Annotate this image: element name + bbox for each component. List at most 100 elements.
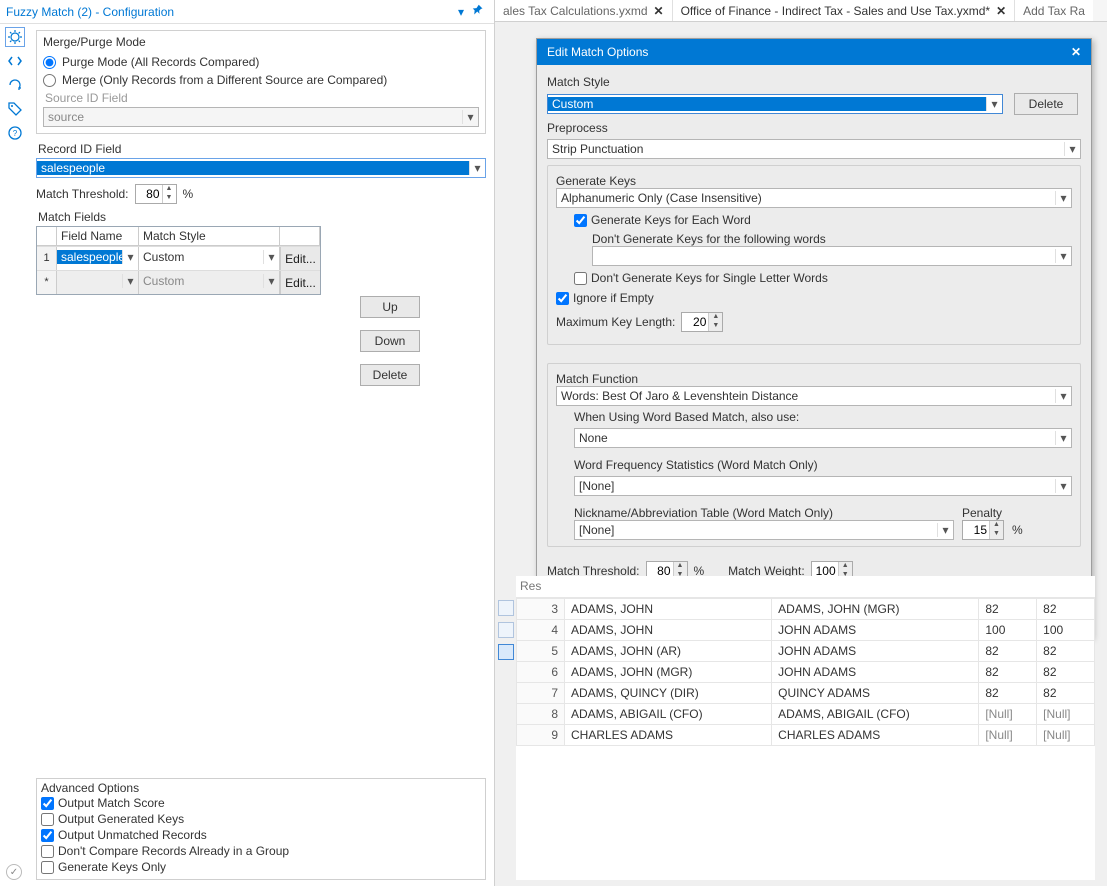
chevron-down-icon[interactable]: ▾: [263, 250, 279, 264]
preprocess-dropdown[interactable]: Strip Punctuation ▾: [547, 139, 1081, 159]
purge-radio-input[interactable]: [43, 56, 56, 69]
spin-up-icon[interactable]: ▲: [163, 185, 176, 194]
output-generated-keys-checkbox[interactable]: Output Generated Keys: [41, 811, 481, 827]
close-icon[interactable]: ✕: [654, 4, 664, 18]
table-row[interactable]: 6ADAMS, JOHN (MGR)JOHN ADAMS8282: [517, 662, 1095, 683]
max-key-length-spinner[interactable]: ▲▼: [681, 312, 723, 332]
spin-down-icon[interactable]: ▼: [163, 194, 176, 203]
single-letter-checkbox[interactable]: Don't Generate Keys for Single Letter Wo…: [574, 270, 1072, 286]
chevron-down-icon[interactable]: ▾: [1055, 389, 1071, 403]
table-row[interactable]: 5ADAMS, JOHN (AR)JOHN ADAMS8282: [517, 641, 1095, 662]
cell-c: 82: [979, 599, 1037, 620]
table-row[interactable]: 3ADAMS, JOHNADAMS, JOHN (MGR)8282: [517, 599, 1095, 620]
cell-b: JOHN ADAMS: [772, 662, 979, 683]
tab-office-finance[interactable]: Office of Finance - Indirect Tax - Sales…: [673, 0, 1016, 21]
pin-icon[interactable]: [468, 4, 488, 19]
record-id-dropdown[interactable]: salespeople ▾: [36, 158, 486, 178]
max-key-length-input[interactable]: [682, 313, 708, 331]
record-id-value: salespeople: [37, 161, 469, 175]
style-delete-button[interactable]: Delete: [1014, 93, 1078, 115]
cell-d: 82: [1037, 641, 1095, 662]
word-freq-dropdown[interactable]: [None] ▾: [574, 476, 1072, 496]
collapse-icon[interactable]: ▾: [454, 5, 468, 19]
chevron-down-icon[interactable]: ▾: [122, 250, 138, 264]
ignore-empty-checkbox[interactable]: Ignore if Empty: [556, 290, 1072, 306]
match-threshold-input[interactable]: [136, 185, 162, 203]
dont-generate-dropdown[interactable]: ▾: [592, 246, 1072, 266]
chevron-down-icon[interactable]: ▾: [1055, 249, 1071, 263]
results-view-3-icon[interactable]: [498, 644, 514, 660]
cell-b: JOHN ADAMS: [772, 641, 979, 662]
row1-edit-button[interactable]: Edit...: [280, 247, 320, 270]
delete-button[interactable]: Delete: [360, 364, 420, 386]
generate-keys-value: Alphanumeric Only (Case Insensitive): [557, 191, 1055, 205]
output-match-score-checkbox[interactable]: Output Match Score: [41, 795, 481, 811]
results-view-1-icon[interactable]: [498, 600, 514, 616]
tab-sales-tax-calc[interactable]: ales Tax Calculations.yxmd ✕: [495, 0, 673, 21]
table-row[interactable]: 7ADAMS, QUINCY (DIR)QUINCY ADAMS8282: [517, 683, 1095, 704]
code-icon[interactable]: [6, 52, 24, 70]
validate-icon[interactable]: ✓: [6, 864, 22, 880]
chevron-down-icon[interactable]: ▾: [1055, 479, 1071, 493]
results-table: 3ADAMS, JOHNADAMS, JOHN (MGR)82824ADAMS,…: [516, 598, 1095, 746]
chevron-down-icon[interactable]: ▾: [1064, 142, 1080, 156]
close-icon[interactable]: ✕: [996, 4, 1006, 18]
when-word-dropdown[interactable]: None ▾: [574, 428, 1072, 448]
match-function-dropdown[interactable]: Words: Best Of Jaro & Levenshtein Distan…: [556, 386, 1072, 406]
chevron-down-icon[interactable]: ▾: [122, 274, 138, 288]
refresh-icon[interactable]: [6, 76, 24, 94]
tag-icon[interactable]: [6, 100, 24, 118]
spin-up-icon[interactable]: ▲: [709, 313, 722, 322]
merge-purge-legend: Merge/Purge Mode: [43, 35, 479, 49]
row1-style-dropdown[interactable]: Custom ▾: [139, 247, 279, 267]
up-button[interactable]: Up: [360, 296, 420, 318]
results-view-2-icon[interactable]: [498, 622, 514, 638]
match-fields-side-buttons: Up Down Delete: [360, 296, 420, 386]
purge-mode-radio[interactable]: Purge Mode (All Records Compared): [43, 53, 479, 71]
dialog-titlebar: Edit Match Options ✕: [537, 39, 1091, 65]
gear-icon[interactable]: [6, 28, 24, 46]
spin-down-icon[interactable]: ▼: [990, 530, 1003, 539]
chevron-down-icon[interactable]: ▾: [469, 161, 485, 175]
match-function-value: Words: Best Of Jaro & Levenshtein Distan…: [557, 389, 1055, 403]
gen-each-word-checkbox[interactable]: Generate Keys for Each Word: [574, 212, 1072, 228]
dont-generate-label: Don't Generate Keys for the following wo…: [592, 232, 1072, 246]
cell-c: 82: [979, 641, 1037, 662]
table-row[interactable]: 8ADAMS, ABIGAIL (CFO)ADAMS, ABIGAIL (CFO…: [517, 704, 1095, 725]
spin-up-icon[interactable]: ▲: [839, 562, 852, 571]
chevron-down-icon[interactable]: ▾: [1055, 191, 1071, 205]
cell-b: QUINCY ADAMS: [772, 683, 979, 704]
chevron-down-icon[interactable]: ▾: [263, 274, 279, 288]
row2-style-dropdown[interactable]: Custom ▾: [139, 271, 279, 291]
generate-keys-dropdown[interactable]: Alphanumeric Only (Case Insensitive) ▾: [556, 188, 1072, 208]
chevron-down-icon[interactable]: ▾: [986, 97, 1002, 111]
document-tabs: ales Tax Calculations.yxmd ✕ Office of F…: [495, 0, 1107, 22]
merge-label: Merge (Only Records from a Different Sou…: [62, 73, 387, 87]
down-button[interactable]: Down: [360, 330, 420, 352]
merge-radio-input[interactable]: [43, 74, 56, 87]
match-style-dropdown[interactable]: Custom ▾: [547, 94, 1003, 114]
chevron-down-icon[interactable]: ▾: [1055, 431, 1071, 445]
merge-mode-radio[interactable]: Merge (Only Records from a Different Sou…: [43, 71, 479, 89]
row1-field-dropdown[interactable]: salespeople ▾: [57, 247, 138, 267]
output-unmatched-checkbox[interactable]: Output Unmatched Records: [41, 827, 481, 843]
dont-compare-group-checkbox[interactable]: Don't Compare Records Already in a Group: [41, 843, 481, 859]
row2-edit-button[interactable]: Edit...: [280, 271, 320, 294]
table-row[interactable]: 4ADAMS, JOHNJOHN ADAMS100100: [517, 620, 1095, 641]
row-number: 3: [517, 599, 565, 620]
tab-add-tax-rate[interactable]: Add Tax Ra: [1015, 0, 1093, 21]
spin-up-icon[interactable]: ▲: [990, 521, 1003, 530]
match-threshold-spinner[interactable]: ▲▼: [135, 184, 177, 204]
row2-field-dropdown[interactable]: ▾: [57, 271, 138, 291]
table-row[interactable]: 9CHARLES ADAMSCHARLES ADAMS[Null][Null]: [517, 725, 1095, 746]
penalty-spinner[interactable]: ▲▼: [962, 520, 1004, 540]
close-icon[interactable]: ✕: [1071, 45, 1081, 59]
generate-keys-only-checkbox[interactable]: Generate Keys Only: [41, 859, 481, 875]
nickname-dropdown[interactable]: [None] ▾: [574, 520, 954, 540]
chevron-down-icon[interactable]: ▾: [937, 523, 953, 537]
help-icon[interactable]: ?: [6, 124, 24, 142]
penalty-input[interactable]: [963, 521, 989, 539]
spin-up-icon[interactable]: ▲: [674, 562, 687, 571]
chevron-down-icon: ▾: [462, 110, 478, 124]
spin-down-icon[interactable]: ▼: [709, 322, 722, 331]
